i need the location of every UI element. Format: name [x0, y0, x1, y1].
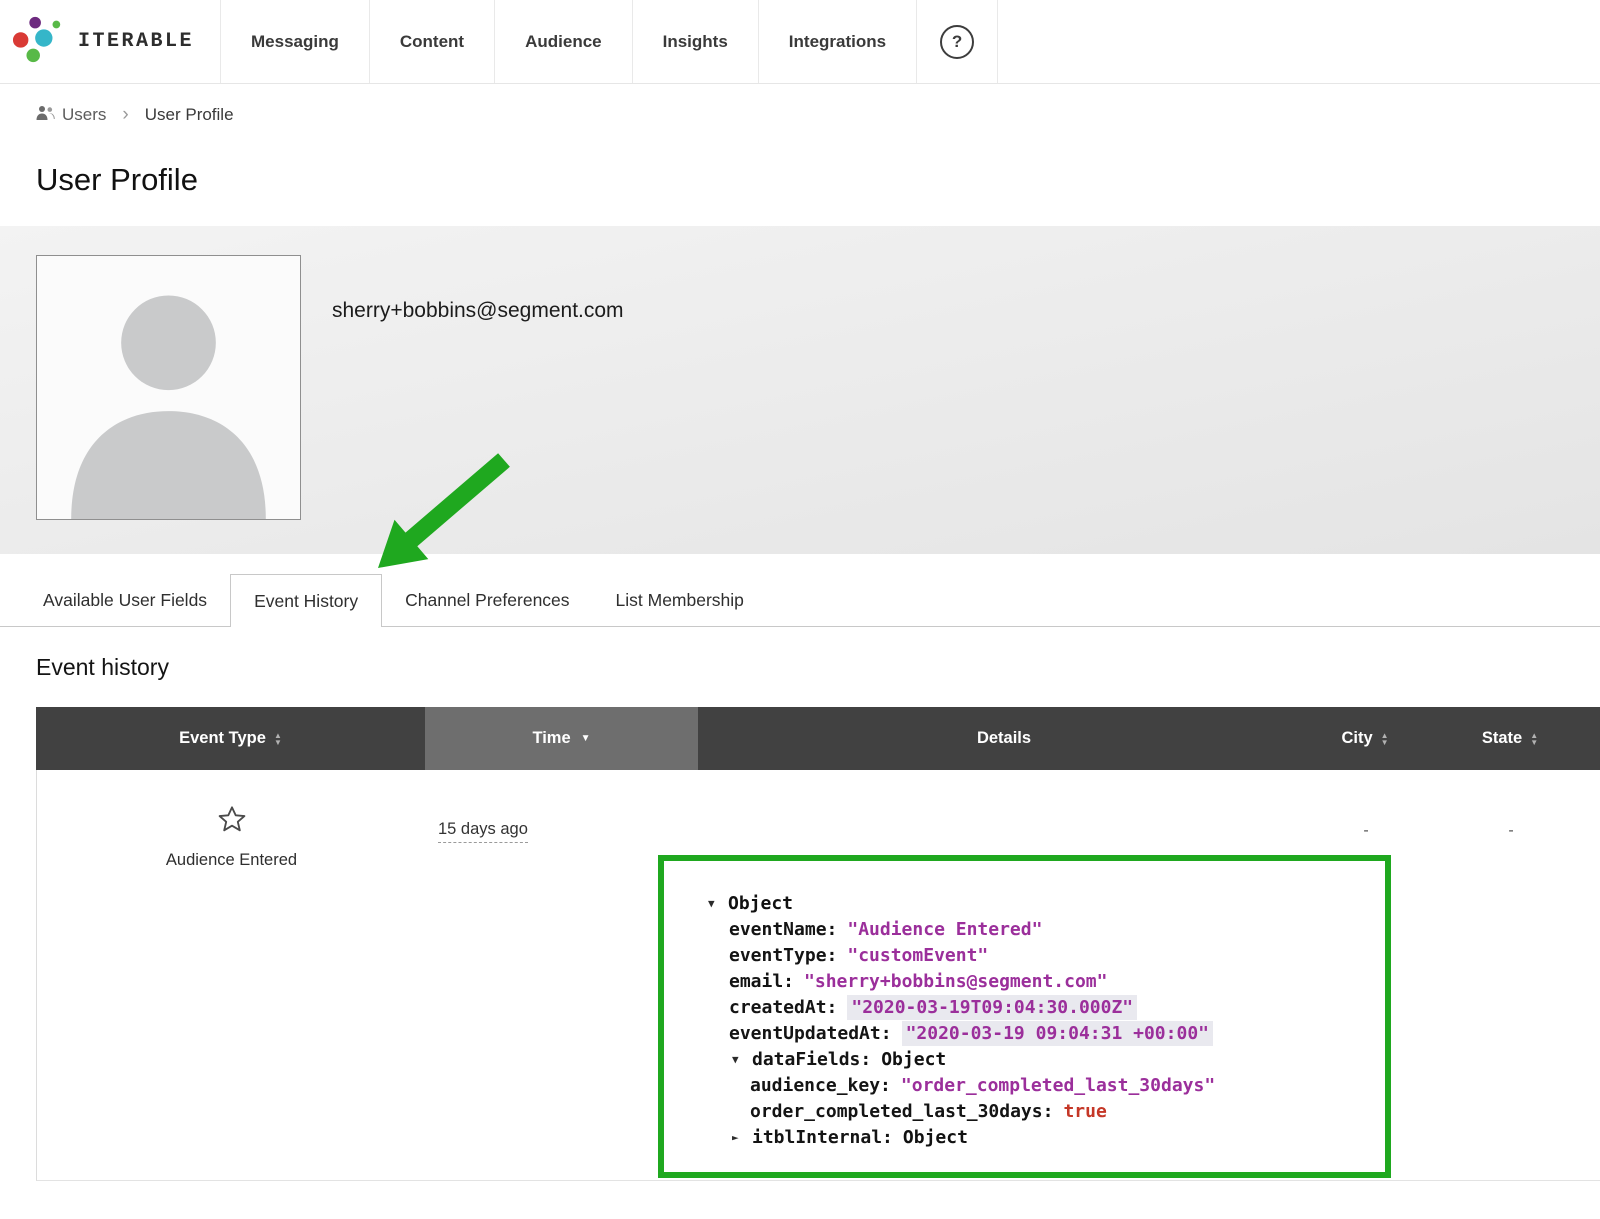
json-line: eventType:"customEvent": [708, 943, 1369, 969]
event-type-cell: Audience Entered: [37, 770, 426, 1180]
column-header-event-type[interactable]: Event Type ▲▼: [36, 707, 425, 770]
profile-tabs: Available User Fields Event History Chan…: [0, 574, 1600, 627]
breadcrumb: Users › User Profile: [36, 104, 1600, 126]
column-header-city[interactable]: City ▲▼: [1310, 707, 1420, 770]
breadcrumb-users-link[interactable]: Users: [36, 105, 106, 126]
expand-icon[interactable]: ►: [732, 1125, 752, 1151]
chevron-right-icon: ›: [122, 104, 128, 126]
profile-banner: sherry+bobbins@segment.com: [0, 226, 1600, 554]
json-line-root: ▼Object: [708, 891, 1369, 917]
breadcrumb-current: User Profile: [145, 105, 234, 125]
avatar: [36, 255, 301, 520]
tab-available-user-fields[interactable]: Available User Fields: [20, 574, 230, 626]
star-icon: [215, 804, 249, 841]
tab-event-history[interactable]: Event History: [230, 574, 382, 627]
json-line-itblinternal: ►itblInternal:Object: [708, 1125, 1369, 1151]
event-history-table: Event Type ▲▼ Time ▼ Details City ▲▼ Sta…: [36, 707, 1600, 1181]
column-header-state[interactable]: State ▲▼: [1420, 707, 1600, 770]
event-history-heading: Event history: [36, 654, 1600, 681]
json-line: order_completed_last_30days:true: [708, 1099, 1369, 1125]
sort-icon: ▲▼: [1530, 732, 1538, 746]
annotation-highlight-box: ▼Object eventName:"Audience Entered" eve…: [658, 855, 1391, 1178]
help-button[interactable]: ?: [916, 0, 998, 83]
table-header-row: Event Type ▲▼ Time ▼ Details City ▲▼ Sta…: [36, 707, 1600, 770]
top-nav: ITERABLE Messaging Content Audience Insi…: [0, 0, 1600, 84]
users-icon: [36, 105, 55, 126]
nav-item-insights[interactable]: Insights: [632, 0, 758, 83]
table-row: Audience Entered 15 days ago ▼Object eve…: [36, 770, 1600, 1181]
iterable-logo[interactable]: ITERABLE: [0, 0, 220, 83]
page-title: User Profile: [36, 162, 1600, 198]
json-line: createdAt:"2020-03-19T09:04:30.000Z": [708, 995, 1369, 1021]
sort-icon: ▲▼: [274, 732, 282, 746]
city-cell: -: [1311, 770, 1421, 1180]
nav-item-integrations[interactable]: Integrations: [758, 0, 916, 83]
state-cell: -: [1421, 770, 1600, 1180]
column-header-time[interactable]: Time ▼: [425, 707, 698, 770]
brand-name: ITERABLE: [78, 30, 194, 53]
json-line: eventName:"Audience Entered": [708, 917, 1369, 943]
json-line-datafields: ▼dataFields:Object: [708, 1047, 1369, 1073]
nav-item-audience[interactable]: Audience: [494, 0, 632, 83]
nav-item-messaging[interactable]: Messaging: [220, 0, 369, 83]
tab-list-membership[interactable]: List Membership: [593, 574, 767, 626]
json-line: email:"sherry+bobbins@segment.com": [708, 969, 1369, 995]
relative-time[interactable]: 15 days ago: [438, 820, 528, 843]
tab-channel-preferences[interactable]: Channel Preferences: [382, 574, 592, 626]
profile-email: sherry+bobbins@segment.com: [332, 299, 624, 323]
collapse-icon[interactable]: ▼: [708, 891, 728, 917]
event-type-label: Audience Entered: [166, 851, 297, 870]
sort-desc-icon: ▼: [581, 733, 591, 744]
user-profile-page: ITERABLE Messaging Content Audience Insi…: [0, 0, 1600, 1219]
breadcrumb-users-label: Users: [62, 105, 106, 125]
column-header-details: Details: [698, 707, 1310, 770]
nav-item-content[interactable]: Content: [369, 0, 494, 83]
details-cell: ▼Object eventName:"Audience Entered" eve…: [699, 770, 1311, 1180]
sort-icon: ▲▼: [1381, 732, 1389, 746]
iterable-logo-icon: [12, 12, 66, 71]
help-icon: ?: [940, 25, 974, 59]
collapse-icon[interactable]: ▼: [732, 1047, 752, 1073]
json-line: eventUpdatedAt:"2020-03-19 09:04:31 +00:…: [708, 1021, 1369, 1047]
json-line: audience_key:"order_completed_last_30day…: [708, 1073, 1369, 1099]
